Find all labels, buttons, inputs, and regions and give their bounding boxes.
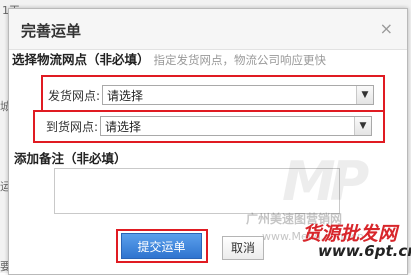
destination-point-value: 请选择 bbox=[105, 120, 142, 134]
shipping-point-value: 请选择 bbox=[107, 89, 144, 103]
submit-waybill-button[interactable]: 提交运单 bbox=[121, 233, 202, 259]
destination-point-row: 到货网点: 请选择 ▼ bbox=[42, 116, 372, 136]
watermark-site: www.6pt.cn bbox=[318, 242, 411, 260]
cancel-button[interactable]: 取消 bbox=[222, 236, 264, 260]
chevron-down-icon[interactable]: ▼ bbox=[354, 117, 371, 135]
shipping-point-row: 发货网点: 请选择 ▼ bbox=[44, 85, 374, 105]
shipping-point-label: 发货网点: bbox=[47, 88, 100, 103]
destination-point-label: 到货网点: bbox=[45, 119, 98, 134]
destination-point-select[interactable]: 请选择 ▼ bbox=[100, 116, 372, 136]
section-optional-text: （非必填） bbox=[87, 52, 150, 67]
chevron-down-icon[interactable]: ▼ bbox=[356, 86, 373, 104]
remark-title: 添加备注（非必填） bbox=[14, 151, 127, 166]
dialog-header: 完善运单 × bbox=[9, 9, 407, 50]
close-icon[interactable]: × bbox=[380, 19, 393, 38]
logistics-point-section-title: 选择物流网点（非必填） 指定发货网点，物流公司响应更快 bbox=[12, 49, 326, 68]
section-hint: 指定发货网点，物流公司响应更快 bbox=[153, 53, 327, 67]
shipping-point-select[interactable]: 请选择 ▼ bbox=[102, 85, 374, 105]
watermark-logo: MP bbox=[282, 150, 369, 213]
section-title-text: 选择物流网点 bbox=[12, 52, 88, 67]
dialog-title: 完善运单 bbox=[21, 22, 82, 40]
